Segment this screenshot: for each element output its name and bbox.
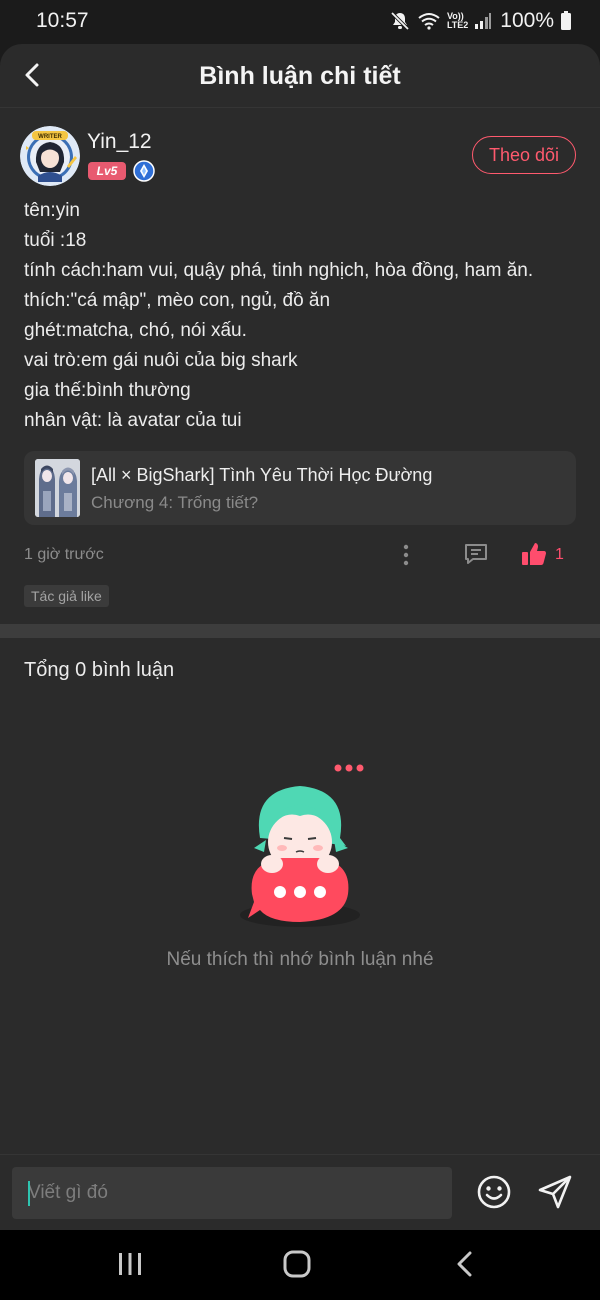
level-badge: Lv5 <box>88 162 126 180</box>
recent-apps-icon[interactable] <box>116 1250 144 1278</box>
comment-input[interactable] <box>12 1167 452 1219</box>
post-line: vai trò:em gái nuôi của big shark <box>24 350 298 371</box>
rank-diamond-icon <box>133 160 155 182</box>
status-icons: Vo)) LTE2 100% <box>389 8 572 34</box>
battery-icon <box>561 11 571 30</box>
status-bar: 10:57 Vo)) LTE2 100% <box>0 0 600 44</box>
system-navigation-bar <box>0 1230 600 1300</box>
battery-percent: 100% <box>500 9 554 32</box>
comment-detail-screen: Bình luận chi tiết WRITER Yin_12 Lv5 The… <box>0 44 600 1230</box>
post-line: gia thế:bình thường <box>24 380 191 401</box>
emoji-icon[interactable] <box>476 1174 512 1210</box>
author-name[interactable]: Yin_12 <box>87 130 152 154</box>
post-line: tên:yin <box>24 200 80 221</box>
follow-button[interactable]: Theo dõi <box>472 136 576 174</box>
story-cover-image <box>35 459 80 517</box>
comment-icon[interactable] <box>462 540 490 568</box>
comments-total: Tổng 0 bình luận <box>24 659 175 681</box>
post-line: tuổi :18 <box>24 230 87 251</box>
author-like-tag: Tác giả like <box>24 585 109 607</box>
comment-input-bar <box>0 1154 600 1230</box>
thumbs-up-icon[interactable] <box>520 540 548 568</box>
empty-comments-illustration <box>240 764 364 927</box>
back-nav-icon[interactable] <box>452 1249 478 1279</box>
avatar[interactable]: WRITER <box>20 126 80 186</box>
post-line: ghét:matcha, chó, nói xấu. <box>24 320 247 341</box>
section-divider <box>0 624 600 638</box>
home-icon[interactable] <box>282 1249 312 1279</box>
post-line: nhân vật: là avatar của tui <box>24 410 242 431</box>
post-body: tên:yin tuổi :18 tính cách:ham vui, quậy… <box>24 196 580 436</box>
avatar-badge-text: WRITER <box>38 134 62 140</box>
mute-icon <box>390 11 410 31</box>
wifi-icon <box>418 13 440 30</box>
page-title: Bình luận chi tiết <box>199 62 401 90</box>
story-title: [All × BigShark] Tình Yêu Thời Học Đường <box>91 465 433 485</box>
story-chapter: Chương 4: Trống tiết? <box>91 493 259 512</box>
like-count: 1 <box>555 546 564 563</box>
send-icon[interactable] <box>536 1173 574 1211</box>
network-label-bottom: LTE2 <box>446 20 469 30</box>
post-line: thích:"cá mập", mèo con, ngủ, đồ ăn <box>24 290 331 311</box>
empty-comments-message: Nếu thích thì nhớ bình luận nhé <box>166 949 434 970</box>
text-caret <box>28 1181 30 1206</box>
post-line: tính cách:ham vui, quậy phá, tinh nghịch… <box>24 260 534 281</box>
post-author: WRITER Yin_12 Lv5 Theo dõi <box>20 126 580 186</box>
more-options-icon[interactable] <box>395 542 417 568</box>
status-time: 10:57 <box>36 9 89 32</box>
header: Bình luận chi tiết <box>0 44 600 108</box>
network-label: Vo)) LTE2 <box>447 12 468 30</box>
post-time: 1 giờ trước <box>24 546 104 563</box>
story-card[interactable]: [All × BigShark] Tình Yêu Thời Học Đường… <box>24 451 576 525</box>
signal-icon <box>475 13 492 29</box>
